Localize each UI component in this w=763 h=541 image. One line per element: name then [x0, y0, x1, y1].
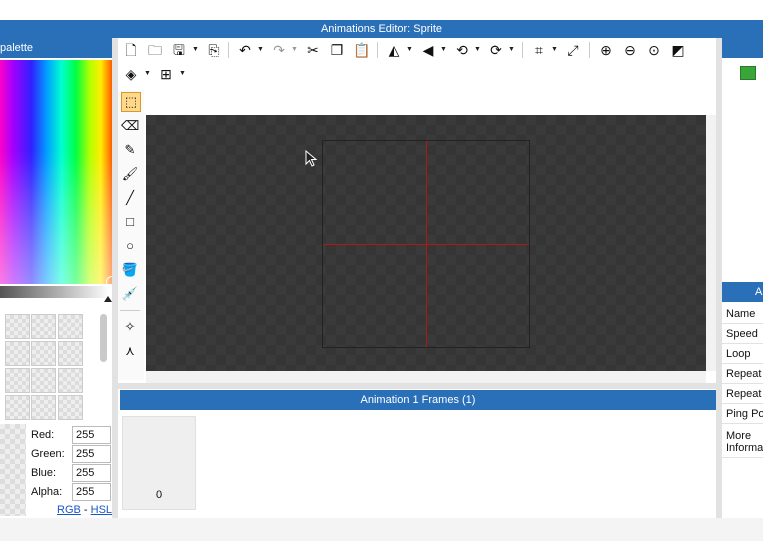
color-spectrum[interactable]: [0, 60, 118, 288]
rotate-right-icon[interactable]: ⟳: [488, 42, 504, 58]
zoom-out-icon[interactable]: ⊖: [622, 42, 638, 58]
pencil-tool-icon[interactable]: ✎: [121, 141, 139, 159]
fill-tool-icon[interactable]: 🪣: [121, 261, 139, 279]
frame-thumbnail[interactable]: 0: [122, 416, 196, 510]
crop-dropdown-icon[interactable]: ▼: [551, 46, 558, 53]
resize-icon[interactable]: ⤢: [565, 42, 581, 58]
property-repeat: Repeat: [722, 364, 763, 384]
ellipse-tool-icon[interactable]: ○: [121, 237, 139, 255]
rectangle-tool-icon[interactable]: □: [121, 213, 139, 231]
more-information-link[interactable]: More Informa: [722, 426, 763, 458]
rotate-left-dropdown-icon[interactable]: ▼: [474, 46, 481, 53]
property-speed: Speed: [722, 324, 763, 344]
frames-header: Animation 1 Frames (1): [120, 390, 716, 410]
canvas-horizontal-scrollbar[interactable]: [146, 371, 706, 383]
swatch[interactable]: [5, 314, 30, 339]
flip-horizontal-icon[interactable]: ◭: [386, 42, 402, 58]
property-loop: Loop: [722, 344, 763, 364]
rotate-left-icon[interactable]: ⟲: [454, 42, 470, 58]
swatch-scrollbar[interactable]: [100, 314, 107, 362]
save-icon[interactable]: 🖫: [171, 42, 187, 58]
swatch[interactable]: [31, 368, 56, 393]
swatch[interactable]: [31, 314, 56, 339]
crop-icon[interactable]: ⌗: [531, 42, 547, 58]
swatch[interactable]: [31, 341, 56, 366]
brush-tool-icon[interactable]: 🖌: [121, 165, 139, 183]
toggle-background-icon[interactable]: ◩: [670, 42, 686, 58]
line-tool-icon[interactable]: ╱: [121, 189, 139, 207]
zoom-in-icon[interactable]: ⊕: [598, 42, 614, 58]
window-title: Animations Editor: Sprite: [0, 20, 763, 38]
point-tool-icon[interactable]: ✧: [121, 318, 139, 336]
paste-icon[interactable]: 📋: [353, 42, 370, 58]
rotate-right-dropdown-icon[interactable]: ▼: [508, 46, 515, 53]
copy-icon[interactable]: ❐: [329, 42, 345, 58]
property-repeat-2: Repeat: [722, 384, 763, 404]
swatch[interactable]: [58, 341, 83, 366]
swatch[interactable]: [5, 395, 30, 420]
bottom-splitter[interactable]: [118, 383, 716, 389]
cut-icon[interactable]: ✂: [305, 42, 321, 58]
grid-dropdown-icon[interactable]: ▼: [179, 70, 186, 77]
toolbar-separator: [377, 42, 378, 58]
property-name: Name: [722, 304, 763, 324]
undo-icon[interactable]: ↶: [237, 42, 253, 58]
link-separator: -: [80, 504, 91, 516]
zoom-reset-icon[interactable]: ⊙: [646, 42, 662, 58]
swatch[interactable]: [58, 395, 83, 420]
swatch[interactable]: [31, 395, 56, 420]
export-icon[interactable]: ⎘: [206, 42, 222, 58]
redo-dropdown-icon[interactable]: ▼: [291, 46, 298, 53]
skeleton-tool-icon[interactable]: ⋏: [121, 342, 139, 360]
properties-header: A: [722, 282, 763, 302]
status-strip: [0, 518, 763, 541]
swatch-grid: [0, 312, 100, 422]
lightness-slider-thumb[interactable]: [104, 296, 112, 302]
vertical-guide: [426, 141, 427, 347]
tool-separator: [120, 310, 140, 311]
alpha-field[interactable]: 255: [72, 483, 111, 501]
lightness-slider[interactable]: [0, 286, 110, 298]
property-ping-pong: Ping Po: [722, 404, 763, 424]
sprite-frame[interactable]: [322, 140, 530, 348]
swatch[interactable]: [58, 368, 83, 393]
toolbar-separator: [589, 42, 590, 58]
canvas-vertical-scrollbar[interactable]: [706, 115, 716, 371]
flip-vertical-icon[interactable]: ◀: [420, 42, 436, 58]
flip-vertical-dropdown-icon[interactable]: ▼: [440, 46, 447, 53]
palette-header: palette: [0, 38, 112, 58]
color-preview: [0, 424, 26, 516]
layers-dropdown-icon[interactable]: ▼: [144, 70, 151, 77]
green-field[interactable]: 255: [72, 445, 111, 463]
hsl-link[interactable]: HSL: [91, 504, 112, 516]
save-dropdown-icon[interactable]: ▼: [192, 46, 199, 53]
red-label: Red:: [31, 429, 55, 441]
blue-field[interactable]: 255: [72, 464, 111, 482]
alpha-label: Alpha:: [31, 486, 63, 498]
blue-label: Blue:: [31, 467, 57, 479]
right-panel-header: [722, 38, 763, 58]
green-label: Green:: [31, 448, 65, 460]
mouse-cursor-icon: [305, 150, 318, 167]
undo-dropdown-icon[interactable]: ▼: [257, 46, 264, 53]
grid-icon[interactable]: ⊞: [158, 66, 174, 82]
eyedropper-tool-icon[interactable]: 💉: [121, 285, 139, 303]
toolbar: 🗋 🗀 🖫 ▼ ⎘ ↶ ▼ ↷ ▼ ✂ ❐ 📋 ◭ ▼ ◀ ▼ ⟲ ▼ ⟳ ▼ …: [118, 38, 716, 90]
toolbar-separator: [522, 42, 523, 58]
frame-index: 0: [155, 489, 163, 501]
red-field[interactable]: 255: [72, 426, 111, 444]
swatch[interactable]: [5, 341, 30, 366]
new-file-icon[interactable]: 🗋: [123, 42, 139, 58]
toolbar-separator: [228, 42, 229, 58]
swatch[interactable]: [5, 368, 30, 393]
flip-horizontal-dropdown-icon[interactable]: ▼: [406, 46, 413, 53]
rgb-link[interactable]: RGB: [57, 504, 81, 516]
layers-icon[interactable]: ◈: [123, 66, 139, 82]
layer-icon[interactable]: [740, 66, 756, 80]
eraser-tool-icon[interactable]: ⌫: [121, 117, 139, 135]
swatch[interactable]: [58, 314, 83, 339]
selection-tool-icon[interactable]: ⬚: [121, 92, 141, 112]
redo-icon[interactable]: ↷: [271, 42, 287, 58]
open-folder-icon[interactable]: 🗀: [147, 42, 163, 58]
